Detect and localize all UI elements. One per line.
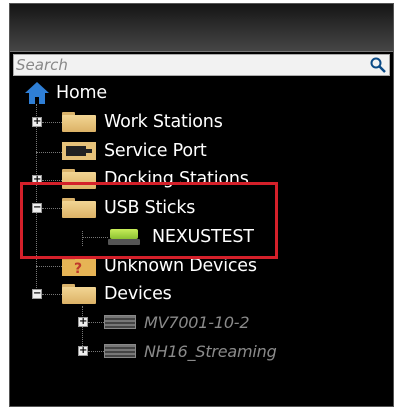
- search-icon[interactable]: [369, 56, 387, 74]
- tree-connector: [36, 266, 62, 267]
- tree-item-label: MV7001-10-2: [144, 312, 250, 332]
- highlight-box: [20, 182, 278, 259]
- device-icon: [104, 344, 136, 358]
- tree-item-service-port[interactable]: Service Port: [62, 138, 207, 164]
- folder-icon: [62, 283, 96, 305]
- tree-item-devices[interactable]: Devices: [62, 281, 172, 307]
- collapse-toggle-devices[interactable]: −: [32, 289, 42, 299]
- expand-toggle-work-stations[interactable]: +: [32, 117, 42, 127]
- tree-connector: [42, 122, 62, 123]
- tree-connector: [36, 152, 62, 153]
- search-input[interactable]: [14, 55, 367, 75]
- expand-toggle-mv7001[interactable]: +: [78, 317, 88, 327]
- folder-icon: [62, 111, 96, 133]
- tree-item-label: Service Port: [104, 141, 207, 161]
- tree-item-work-stations[interactable]: Work Stations: [62, 109, 223, 135]
- tree-item-label: Devices: [104, 284, 172, 304]
- tree-item-mv7001-10-2[interactable]: MV7001-10-2: [104, 309, 250, 335]
- tree-connector: [42, 180, 62, 181]
- tree-connector: [88, 322, 104, 323]
- home-icon: [25, 82, 49, 104]
- tree-item-label: NH16_Streaming: [144, 341, 277, 361]
- tree-item-nh16-streaming[interactable]: NH16_Streaming: [104, 338, 277, 364]
- tree-item-home[interactable]: Home: [24, 80, 107, 106]
- tree-item-label: Home: [56, 83, 107, 103]
- search-box: [13, 54, 390, 76]
- svg-text:?: ?: [74, 261, 82, 277]
- device-icon: [104, 315, 136, 329]
- tree-item-label: Unknown Devices: [104, 256, 257, 276]
- expand-toggle-nh16[interactable]: +: [78, 346, 88, 356]
- service-port-icon: [62, 142, 96, 160]
- panel-titlebar: [10, 4, 393, 52]
- tree-connector: [42, 294, 62, 295]
- tree-item-label: Work Stations: [104, 112, 223, 132]
- tree-connector: [88, 351, 104, 352]
